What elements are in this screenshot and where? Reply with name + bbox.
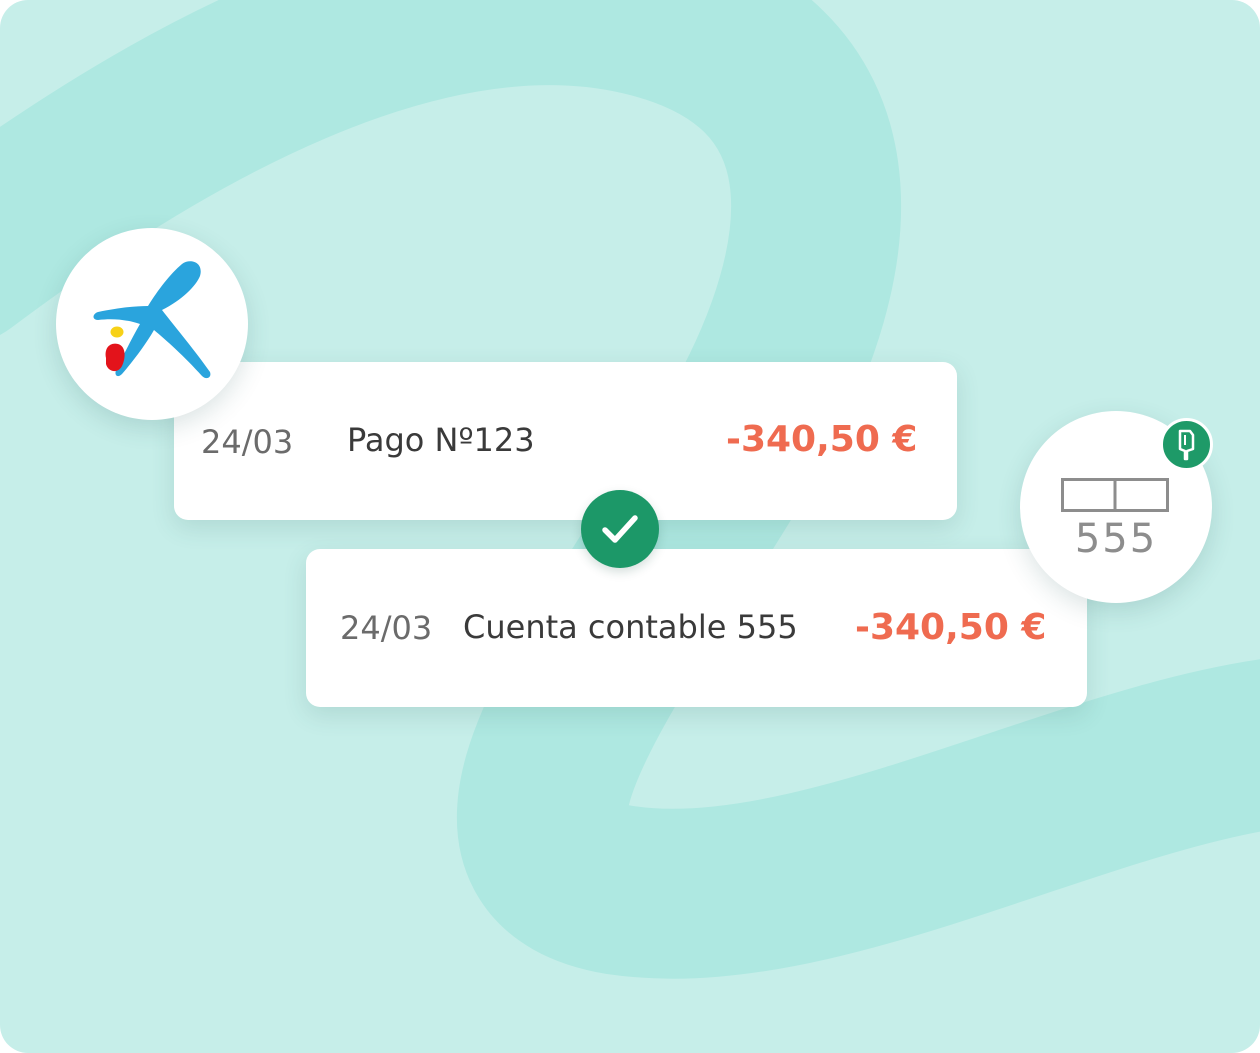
bank-transaction-concept: Pago Nº123 [347, 421, 535, 459]
account-grid-icon [1061, 478, 1169, 512]
ledger-entry-amount: -340,50 € [855, 607, 1047, 648]
caixabank-star-logo-icon [93, 261, 211, 379]
bank-transaction-date: 24/03 [201, 423, 294, 461]
ledger-entry-concept: Cuenta contable 555 [463, 608, 798, 646]
reconciliation-illustration: 24/03 Pago Nº123 -340,50 € 24/03 Cuenta … [0, 0, 1260, 1053]
bank-transaction-amount: -340,50 € [726, 419, 918, 460]
tag-icon [1178, 429, 1195, 461]
tag-badge [1160, 418, 1213, 471]
account-number: 555 [1074, 516, 1158, 562]
logo-yellow-dot [110, 326, 124, 338]
check-icon [602, 515, 638, 543]
bank-transaction-card: 24/03 Pago Nº123 -340,50 € [174, 362, 957, 520]
ledger-entry-card: 24/03 Cuenta contable 555 -340,50 € [306, 549, 1087, 707]
match-check-badge [581, 490, 659, 568]
bank-logo-circle [56, 228, 248, 420]
ledger-entry-date: 24/03 [340, 609, 433, 647]
